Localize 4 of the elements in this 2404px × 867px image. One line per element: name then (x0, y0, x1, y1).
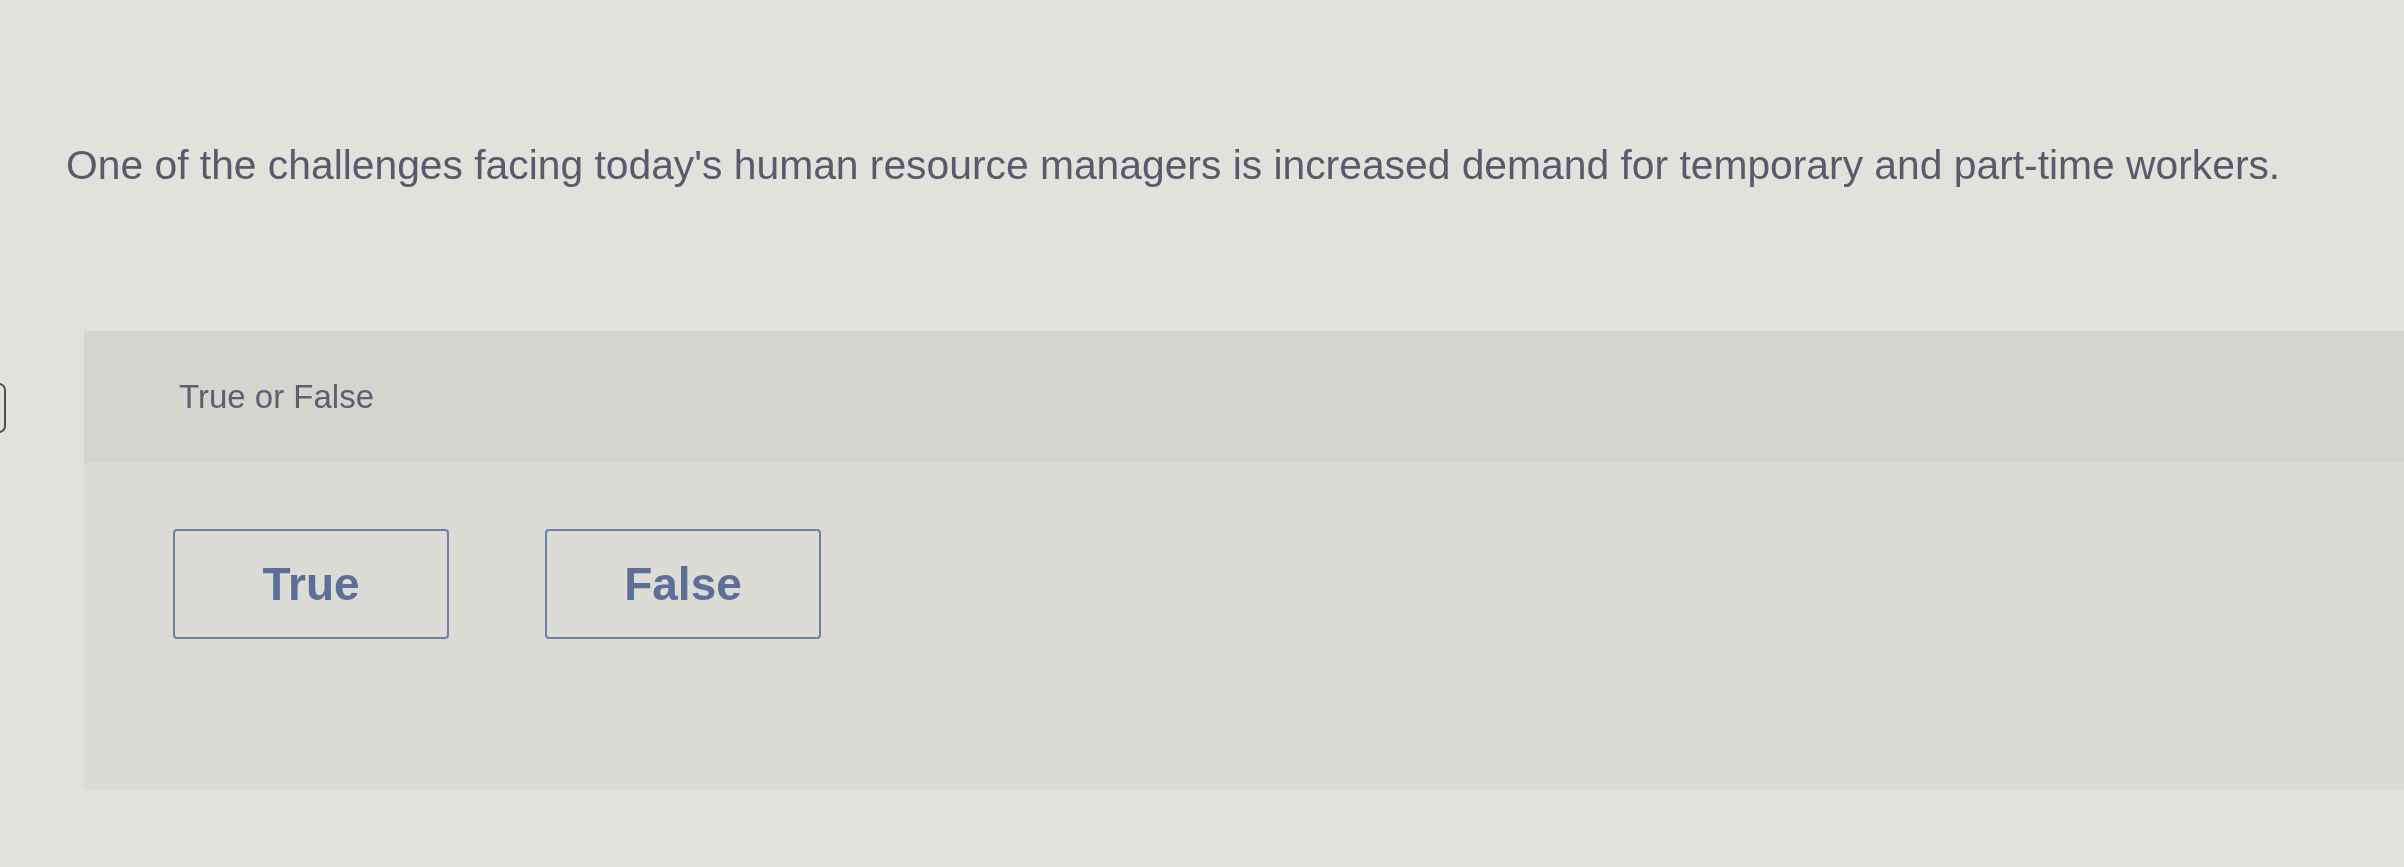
answer-option-button[interactable]: False (545, 529, 821, 639)
answer-option-button[interactable]: True (173, 529, 449, 639)
question-type-label: True or False (179, 378, 374, 416)
question-text: One of the challenges facing today's human resource managers is increased demand for temporary and part-time workers. (66, 141, 2281, 189)
